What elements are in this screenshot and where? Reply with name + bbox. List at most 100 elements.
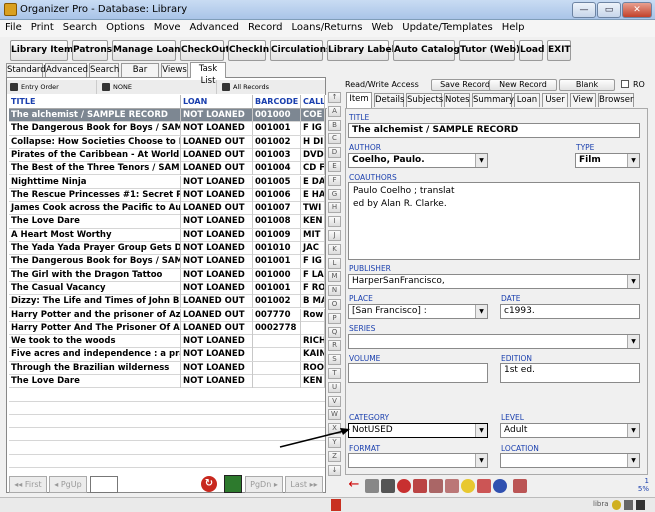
label-icon[interactable] bbox=[513, 479, 527, 493]
duplicate-icon[interactable] bbox=[429, 479, 443, 493]
first-button[interactable]: ◂◂ First bbox=[9, 476, 47, 493]
bulb-icon[interactable] bbox=[461, 479, 475, 493]
tab-summary[interactable]: Summary bbox=[472, 93, 514, 107]
type-select[interactable]: Film ▼ bbox=[575, 153, 640, 168]
menu-web[interactable]: Web bbox=[366, 20, 397, 33]
chevron-down-icon[interactable]: ▼ bbox=[627, 335, 639, 348]
date-field[interactable]: c1993. bbox=[500, 304, 640, 319]
index-letter[interactable]: C bbox=[328, 133, 341, 145]
table-row[interactable]: Pirates of the Caribbean - At World's En… bbox=[9, 148, 325, 163]
tab-search[interactable]: Search bbox=[89, 63, 119, 77]
last-button[interactable]: Last ▸▸ bbox=[285, 476, 323, 493]
index-letter[interactable]: V bbox=[328, 395, 341, 407]
volume-field[interactable] bbox=[348, 363, 488, 383]
tab-browser[interactable]: Browser bbox=[598, 93, 634, 107]
column-call[interactable]: CALL bbox=[301, 95, 325, 109]
table-row[interactable]: The alchemist / SAMPLE RECORD NOT LOANED 0… bbox=[9, 109, 325, 123]
goto-field[interactable] bbox=[90, 476, 118, 493]
minimize-button[interactable]: — bbox=[572, 2, 596, 18]
checkin-button[interactable]: CheckIn bbox=[228, 40, 269, 61]
index-letter[interactable]: L bbox=[328, 257, 341, 269]
menu-record[interactable]: Record bbox=[243, 20, 287, 33]
table-row[interactable]: The Dangerous Book for Boys / SAMPLENOT … bbox=[9, 255, 325, 269]
table-row[interactable]: Through the Brazilian wilderness NOT LOAN… bbox=[9, 361, 325, 375]
index-letter[interactable]: I bbox=[328, 216, 341, 228]
title-field[interactable]: The alchemist / SAMPLE RECORD bbox=[348, 123, 640, 138]
index-letter[interactable]: N bbox=[328, 285, 341, 297]
menu-help[interactable]: Help bbox=[497, 20, 529, 33]
index-letter[interactable]: ↓ bbox=[328, 464, 341, 476]
circulations-button[interactable]: Circulations bbox=[270, 40, 331, 61]
table-row[interactable]: We took to the woods NOT LOANED RICH bbox=[9, 335, 325, 349]
template-icon[interactable] bbox=[445, 479, 459, 493]
table-row[interactable]: The Best of the Three Tenors / SAMPLE LOA… bbox=[9, 162, 325, 176]
index-letter[interactable]: D bbox=[328, 147, 341, 159]
index-letter[interactable]: T bbox=[328, 368, 341, 379]
ro-checkbox[interactable] bbox=[621, 80, 629, 88]
pgup-button[interactable]: ◂ PgUp bbox=[49, 476, 87, 493]
menu-print[interactable]: Print bbox=[26, 20, 58, 33]
index-letter[interactable]: O bbox=[328, 299, 341, 310]
tools-icon[interactable] bbox=[477, 479, 491, 493]
grid-view-icon[interactable] bbox=[224, 475, 242, 493]
chevron-down-icon[interactable]: ▼ bbox=[475, 154, 487, 167]
author-field[interactable]: Coelho, Paulo. ▼ bbox=[348, 153, 488, 168]
new-record-button[interactable]: New Record bbox=[489, 79, 557, 91]
maximize-button[interactable]: ▭ bbox=[597, 2, 621, 18]
table-row[interactable]: Harry Potter and the prisoner of Azkaban… bbox=[9, 308, 325, 322]
chevron-down-icon[interactable]: ▼ bbox=[627, 275, 639, 288]
table-row[interactable]: The Dangerous Book for Boys / SAMPLENOT … bbox=[9, 122, 325, 136]
index-letter[interactable]: F bbox=[328, 174, 341, 186]
index-letter[interactable]: ↑ bbox=[328, 92, 341, 103]
chevron-down-icon[interactable]: ▼ bbox=[627, 454, 639, 467]
index-letter[interactable]: P bbox=[328, 312, 341, 324]
manage-loans-button[interactable]: Manage Loans bbox=[112, 40, 186, 61]
pgdn-button[interactable]: PgDn ▸ bbox=[245, 476, 283, 493]
entry-order-button[interactable]: Entry Order bbox=[7, 80, 97, 94]
index-letter[interactable]: R bbox=[328, 340, 341, 352]
menu-update-templates[interactable]: Update/Templates bbox=[397, 20, 496, 33]
tab-details[interactable]: Details bbox=[374, 93, 404, 107]
table-row[interactable]: The Casual Vacancy NOT LOANED 001001 F RO bbox=[9, 281, 325, 296]
place-field[interactable]: [San Francisco] : ▼ bbox=[348, 304, 488, 319]
series-field[interactable]: ▼ bbox=[348, 334, 640, 349]
chevron-down-icon[interactable]: ▼ bbox=[475, 305, 487, 318]
table-row[interactable]: The Girl with the Dragon Tattoo NOT LOANE… bbox=[9, 268, 325, 282]
library-labels-button[interactable]: Library Labels bbox=[327, 40, 400, 61]
delete-icon[interactable] bbox=[381, 479, 395, 493]
tab-item[interactable]: Item bbox=[346, 92, 372, 108]
menu-search[interactable]: Search bbox=[58, 20, 101, 33]
tab-standard[interactable]: Standard bbox=[6, 63, 46, 77]
menu-file[interactable]: File bbox=[0, 20, 26, 33]
table-row[interactable]: Nighttime Ninja NOT LOANED 001005 E DA bbox=[9, 175, 325, 189]
index-letter[interactable]: G bbox=[328, 188, 341, 200]
table-row[interactable]: The Love Dare NOT LOANED 001008 KEN bbox=[9, 215, 325, 229]
chevron-down-icon[interactable]: ▼ bbox=[627, 154, 639, 167]
index-letter[interactable]: B bbox=[328, 119, 341, 131]
none-filter-button[interactable]: NONE bbox=[99, 80, 217, 94]
index-letter[interactable]: H bbox=[328, 202, 341, 214]
column-loan[interactable]: LOAN bbox=[181, 95, 253, 109]
exit-button[interactable]: EXIT bbox=[547, 40, 571, 61]
globe-icon[interactable] bbox=[493, 479, 507, 493]
tab-notes[interactable]: Notes bbox=[444, 93, 470, 107]
table-row[interactable]: The Love Dare NOT LOANED KEN bbox=[9, 375, 325, 389]
tab-view[interactable]: View bbox=[570, 93, 596, 107]
blank-button[interactable]: Blank bbox=[559, 79, 615, 91]
category-select[interactable]: NotUSED ▼ bbox=[348, 423, 488, 438]
index-letter[interactable]: M bbox=[328, 271, 341, 283]
index-letter[interactable]: Q bbox=[328, 326, 341, 338]
tab-task-list[interactable]: Task List bbox=[190, 62, 226, 86]
tab-user[interactable]: User bbox=[542, 93, 568, 107]
coauthors-field[interactable]: Paulo Coelho ; translat ed by Alan R. Cl… bbox=[348, 182, 640, 260]
back-arrow-icon[interactable]: ← bbox=[347, 478, 361, 493]
table-row[interactable]: The Yada Yada Prayer Group Gets DownNOT … bbox=[9, 242, 325, 256]
table-row[interactable]: James Cook across the Pacific to Austral… bbox=[9, 202, 325, 216]
table-row[interactable]: Dizzy: The Life and Times of John Birks L… bbox=[9, 295, 325, 309]
close-button[interactable]: ✕ bbox=[622, 2, 652, 18]
table-row[interactable]: The Rescue Princesses #1: Secret PromNOT… bbox=[9, 188, 325, 203]
menu-move[interactable]: Move bbox=[149, 20, 185, 33]
index-letter[interactable]: S bbox=[328, 354, 341, 366]
chevron-down-icon[interactable]: ▼ bbox=[475, 424, 487, 437]
print-icon[interactable] bbox=[365, 479, 379, 493]
